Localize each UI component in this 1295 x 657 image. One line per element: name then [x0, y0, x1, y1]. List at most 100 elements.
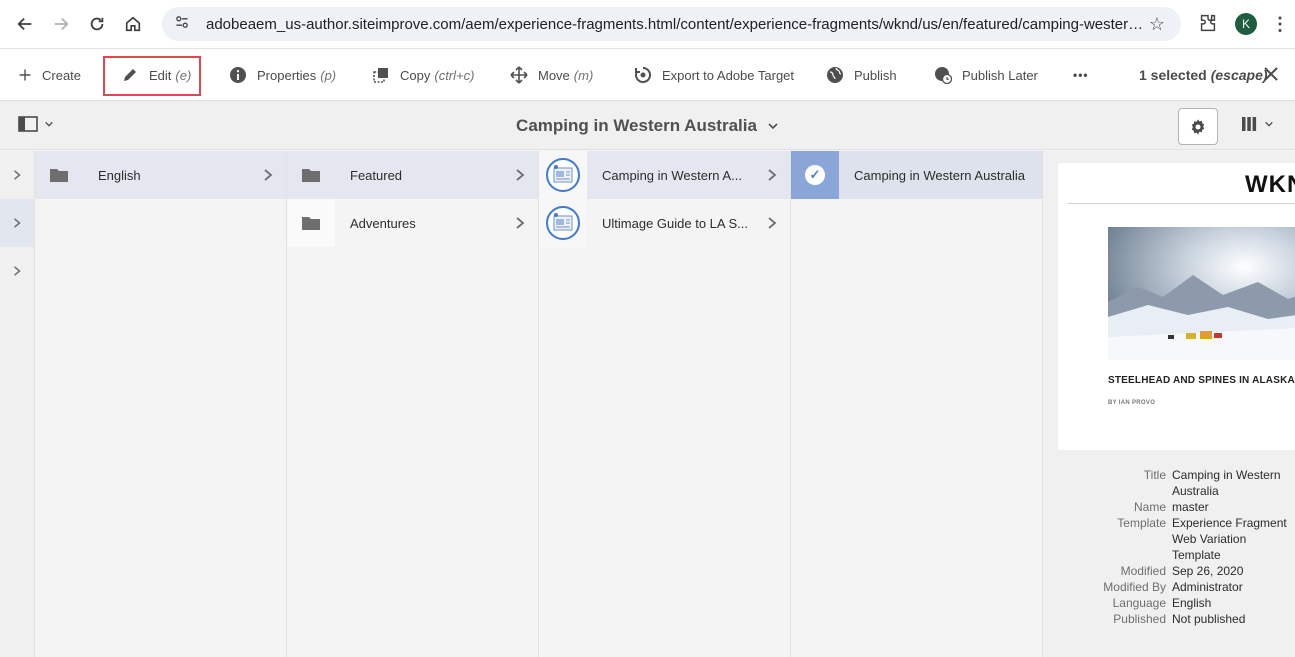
checkmark-icon[interactable]: ✓ — [805, 165, 825, 185]
article-title: STEELHEAD AND SPINES IN ALASKA — [1108, 375, 1295, 386]
move-icon — [510, 66, 528, 84]
list-item-label: Adventures — [350, 215, 416, 231]
list-item-english[interactable]: English — [35, 151, 286, 199]
meta-key: Modified — [1120, 564, 1166, 578]
list-item-label: Ultimage Guide to LA S... — [602, 215, 748, 231]
publish-later-label: Publish Later — [962, 67, 1038, 83]
chevron-right-icon — [14, 170, 21, 180]
copy-shortcut: (ctrl+c) — [434, 67, 475, 83]
list-item-label: Camping in Western Australia — [854, 167, 1026, 183]
back-icon[interactable] — [8, 7, 42, 41]
properties-button[interactable]: Properties (p) — [229, 49, 336, 101]
meta-row-template: Template Experience Fragment Web Variati… — [1043, 515, 1295, 563]
experience-fragment-icon — [546, 158, 580, 192]
meta-key: Title — [1143, 468, 1166, 482]
folder-thumbnail — [287, 151, 335, 199]
chevron-right-icon — [14, 218, 21, 228]
properties-shortcut: (p) — [320, 67, 337, 83]
meta-value: master — [1172, 500, 1209, 514]
meta-value: Not published — [1172, 612, 1246, 626]
meta-key: Template — [1117, 516, 1166, 530]
mountain-camp-image — [1108, 227, 1295, 360]
create-button[interactable]: Create — [18, 49, 81, 101]
publish-later-button[interactable]: Publish Later — [934, 49, 1038, 101]
extensions-icon[interactable] — [1197, 12, 1221, 36]
profile-avatar[interactable]: K — [1235, 13, 1257, 35]
chevron-down-icon — [1265, 121, 1273, 127]
globe-clock-icon — [935, 67, 952, 84]
rail-expand-1[interactable] — [0, 151, 34, 199]
url-text[interactable]: adobeaem_us-author.siteimprove.com/aem/e… — [206, 16, 1145, 33]
copy-label: Copy — [400, 67, 431, 83]
meta-key: Published — [1113, 612, 1166, 626]
rail-expand-3[interactable] — [0, 247, 34, 295]
move-label: Move — [538, 67, 570, 83]
list-item-ultimate-guide-la[interactable]: Ultimage Guide to LA S... — [539, 199, 790, 247]
selection-count: 1 selected (escape) — [1139, 49, 1268, 101]
publish-label: Publish — [854, 67, 897, 83]
forward-icon[interactable] — [44, 7, 78, 41]
selected-thumbnail: ✓ — [791, 151, 839, 199]
info-icon — [230, 67, 246, 83]
meta-value: Sep 26, 2020 — [1172, 564, 1244, 578]
list-item-featured[interactable]: Featured — [287, 151, 538, 199]
meta-value: Camping in Western Australia — [1172, 468, 1281, 498]
preview-panel: WKND — [1043, 151, 1295, 657]
wknd-logo: WKND — [1245, 171, 1295, 198]
meta-row-modified: Modified Sep 26, 2020 — [1043, 563, 1295, 579]
metadata-list: Title Camping in Western Australia Name … — [1043, 467, 1295, 627]
reload-icon[interactable] — [80, 7, 114, 41]
site-info-icon[interactable] — [174, 14, 196, 34]
copy-button[interactable]: Copy (ctrl+c) — [372, 49, 474, 101]
hero-image — [1108, 227, 1295, 360]
export-to-target-button[interactable]: Export to Adobe Target — [634, 49, 794, 101]
meta-value: Experience Fragment Web Variation Templa… — [1172, 516, 1287, 562]
address-bar[interactable]: adobeaem_us-author.siteimprove.com/aem/e… — [162, 7, 1181, 41]
column-view-icon — [1242, 117, 1257, 131]
view-settings-button[interactable] — [1178, 108, 1218, 145]
collapsed-columns-rail — [0, 151, 35, 657]
rail-expand-2[interactable] — [0, 199, 34, 247]
column-featured: Featured Adventures — [287, 151, 539, 657]
article-byline: BY IAN PROVO — [1108, 400, 1156, 406]
column-variations: ✓ Camping in Western Australia — [791, 151, 1043, 657]
experience-fragment-thumbnail — [539, 199, 587, 247]
preview-thumbnail: WKND — [1058, 163, 1295, 450]
browser-menu-icon[interactable]: ⋮ — [1271, 14, 1289, 35]
bookmark-star-icon[interactable]: ☆ — [1145, 14, 1169, 35]
globe-icon — [827, 67, 843, 83]
meta-row-title: Title Camping in Western Australia — [1043, 467, 1295, 499]
folder-icon — [302, 169, 320, 182]
divider — [1068, 203, 1295, 204]
browser-toolbar: adobeaem_us-author.siteimprove.com/aem/e… — [0, 0, 1295, 49]
column-experience-fragments: Camping in Western A... Ultimage Guide t… — [539, 151, 791, 657]
list-item-adventures[interactable]: Adventures — [287, 199, 538, 247]
view-switcher-button[interactable] — [1240, 115, 1274, 133]
publish-button[interactable]: Publish — [826, 49, 897, 101]
meta-row-language: Language English — [1043, 595, 1295, 611]
close-selection-icon[interactable] — [1262, 65, 1280, 83]
folder-thumbnail — [35, 151, 83, 199]
meta-key: Modified By — [1103, 580, 1166, 594]
list-item-label: Featured — [350, 167, 403, 183]
home-icon[interactable] — [116, 7, 150, 41]
meta-key: Name — [1133, 500, 1166, 514]
experience-fragment-thumbnail — [539, 151, 587, 199]
list-item-camping-western-australia[interactable]: Camping in Western A... — [539, 151, 790, 199]
meta-value: Administrator — [1172, 580, 1243, 594]
chevron-right-icon — [768, 217, 777, 229]
list-item-label: English — [98, 167, 141, 183]
folder-icon — [302, 217, 320, 230]
action-bar: Create Edit (e) Properties (p) Copy (ctrl+c… — [0, 49, 1295, 101]
selection-count-label: 1 selected — [1139, 67, 1207, 83]
chevron-right-icon — [768, 169, 777, 181]
move-button[interactable]: Move (m) — [510, 49, 593, 101]
copy-icon — [373, 68, 388, 83]
more-actions-button[interactable]: ••• — [1073, 49, 1089, 101]
page-title[interactable]: Camping in Western Australia — [0, 101, 1295, 150]
chevron-right-icon — [516, 217, 525, 229]
folder-icon — [50, 169, 68, 182]
list-item-variation-master[interactable]: ✓ Camping in Western Australia — [791, 151, 1042, 199]
chevron-down-icon — [768, 122, 778, 129]
selection-escape-hint: (escape) — [1210, 67, 1268, 83]
